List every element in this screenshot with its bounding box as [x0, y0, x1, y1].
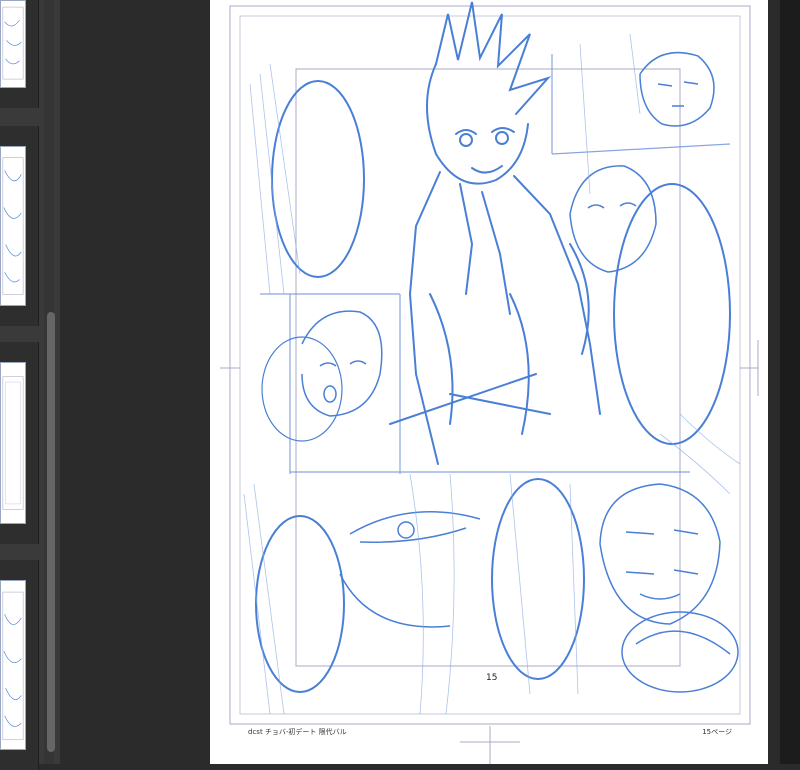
thumbnail-paper	[0, 362, 26, 524]
thumbnail-sketch-icon	[2, 157, 24, 295]
thumbnail-blank-icon	[2, 376, 24, 510]
thumbnail-sketch-icon	[2, 591, 24, 741]
sketch-artwork	[220, 1, 759, 764]
folio-title: dcst チョバ-初デート 限代バル	[248, 728, 347, 736]
page-thumbnail-14[interactable]	[0, 126, 39, 326]
drawing-canvas[interactable]: 15 dcst チョバ-初デート 限代バル 15ページ	[60, 0, 780, 764]
manuscript-page[interactable]: 15 dcst チョバ-初デート 限代バル 15ページ	[210, 0, 768, 764]
right-panel-edge	[780, 0, 800, 764]
page-number: 15	[486, 673, 498, 683]
thumbnail-sketch-icon	[2, 6, 24, 80]
thumbnail-paper	[0, 0, 26, 88]
folio-page-label: 15ページ	[702, 728, 732, 736]
page-thumbnail-16[interactable]	[0, 560, 39, 770]
page-thumbnail-13[interactable]	[0, 0, 39, 108]
thumbnail-scrollbar-thumb[interactable]	[47, 312, 55, 752]
thumbnail-paper	[0, 580, 26, 750]
page-thumbnail-15[interactable]	[0, 342, 39, 544]
thumbnail-paper	[0, 146, 26, 306]
